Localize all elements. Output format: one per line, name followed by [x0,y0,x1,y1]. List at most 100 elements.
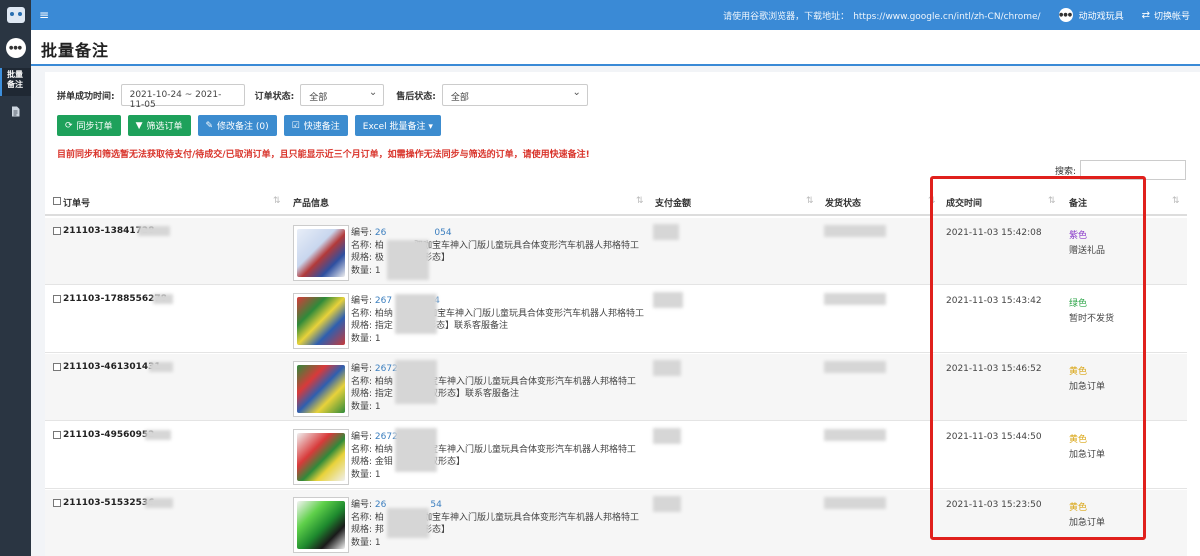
product-qty: 1 [374,537,381,548]
header-note[interactable]: 备注 [1069,196,1087,209]
excel-batch-note-label: Excel 批量备注 ▾ [362,122,433,132]
browser-notice: 请使用谷歌浏览器，下载地址： https://www.google.cn/intl… [723,9,1040,22]
sort-icon[interactable]: ⇅ [928,196,936,206]
row-checkbox[interactable] [53,431,61,439]
account-menu[interactable]: ●●● 动动戏玩具 [1058,8,1124,22]
browser-notice-text: 请使用谷歌浏览器，下载地址： [723,11,850,22]
redacted-amount [653,428,681,444]
product-name: 驭咖宝车神入门版儿童玩具合体变形汽车机器人邦格特工 [418,308,644,319]
redacted-block [395,294,437,334]
filter-orders-label: 筛选订单 [146,122,183,132]
product-name: 宝车神入门版儿童玩具合体变形汽车机器人邦格特工 [428,376,636,387]
note-color: 紫色 [1069,231,1088,241]
header-amount[interactable]: 支付金额 [655,196,691,209]
product-name: 宝车神入门版儿童玩具合体变形汽车机器人邦格特工 [428,444,636,455]
select-all-checkbox[interactable] [53,197,61,205]
page-title: 批量备注 [41,41,110,60]
product-code[interactable]: 26 [375,500,386,510]
header-order[interactable]: 订单号 [63,196,90,209]
search-input[interactable] [1080,160,1186,180]
warning-message: 目前同步和筛选暂无法获取待支付/待成交/已取消订单，且只能显示近三个月订单，如需… [57,150,590,160]
order-number: 211103-51532536 [63,498,155,508]
content-card: 拼单成功时间: 2021-10-24 ~ 2021-11-05 订单状态: 全部… [45,72,1200,556]
quick-note-button[interactable]: ☑ 快速备注 [283,115,348,136]
note-color: 绿色 [1069,299,1088,309]
sort-icon[interactable]: ⇅ [273,196,281,206]
order-status-select[interactable]: 全部 [300,84,385,106]
product-qty: 1 [374,401,381,412]
product-thumbnail[interactable] [293,497,349,553]
sort-icon[interactable]: ⇅ [806,196,814,206]
product-qty: 1 [374,333,381,344]
table-row[interactable]: 211103-49560952 编号: 2672 名称: 柏纳 宝车神入门版儿童玩… [45,422,1187,489]
product-info: 编号: 2672 名称: 柏纳 宝车神入门版儿童玩具合体变形汽车机器人邦格特工 规… [351,432,636,480]
product-info: 编号: 2672 名称: 柏纳 宝车神入门版儿童玩具合体变形汽车机器人邦格特工 规… [351,364,636,412]
after-sale-select[interactable]: 全部 [441,84,588,106]
deal-time: 2021-11-03 15:43:42 [946,296,1042,306]
modify-note-button[interactable]: ✎ 修改备注 (0) [197,115,277,136]
product-code[interactable]: 26 [375,228,386,238]
sidebar-item-batch-note[interactable]: 批量 备注 [0,68,31,96]
redacted-block [153,294,173,304]
note-color: 黄色 [1069,367,1088,377]
product-thumbnail[interactable] [293,293,349,349]
product-code[interactable]: 267 [375,296,392,306]
redacted-amount [653,360,681,376]
time-range-input[interactable]: 2021-10-24 ~ 2021-11-05 [120,84,245,110]
sync-orders-button[interactable]: ⟳ 同步订单 [57,115,121,136]
deal-time: 2021-11-03 15:42:08 [946,228,1042,238]
robot-logo-icon [6,7,25,23]
after-sale-label: 售后状态: [396,91,436,102]
redacted-ship-status [824,429,886,441]
product-spec: 双形态】联系客服备注 [428,389,519,399]
note-text: 加急订单 [1069,450,1106,460]
table-row[interactable]: 211103-51532536 编号: 26 54 名称: 柏驭咖宝车神入门版儿童… [45,490,1187,556]
title-bar: 批量备注 [31,30,1200,66]
deal-time: 2021-11-03 15:44:50 [946,432,1042,442]
order-number: 211103-1788556278 [63,294,167,304]
redacted-ship-status [824,225,886,237]
header-product[interactable]: 产品信息 [293,196,329,209]
search-label: 搜索: [1055,167,1077,177]
deal-time: 2021-11-03 15:23:50 [946,500,1042,510]
app-logo[interactable] [0,0,31,30]
sidebar-item-document[interactable] [11,106,21,118]
order-number: 211103-461301431 [63,362,161,372]
sort-icon[interactable]: ⇅ [1048,196,1056,206]
product-thumbnail[interactable] [293,225,349,281]
switch-icon: ⇄ [1141,9,1150,21]
user-avatar[interactable]: ●●● [5,38,26,58]
time-range-label: 拼单成功时间: [57,91,115,102]
redacted-block [395,428,437,472]
row-checkbox[interactable] [53,499,61,507]
edit-box-icon: ☑ [291,120,300,131]
account-name: 动动戏玩具 [1078,11,1124,22]
row-checkbox[interactable] [53,227,61,235]
switch-account-button[interactable]: ⇄ 切换帐号 [1142,9,1190,22]
redacted-block [387,508,429,538]
document-icon [12,106,20,117]
hamburger-menu-icon[interactable]: ≡ [39,8,59,22]
redacted-block [145,430,171,440]
sort-icon[interactable]: ⇅ [636,196,644,206]
table-row[interactable]: 211103-1788556278 编号: 2674 名称: 柏纳驭咖宝车神入门… [45,286,1187,353]
chrome-download-link[interactable]: https://www.google.cn/intl/zh-CN/chrome/ [853,12,1040,22]
product-name: 驭咖宝车神入门版儿童玩具合体变形汽车机器人邦格特工 [413,240,639,251]
redacted-block [149,362,173,372]
table-row[interactable]: 211103-461301431 编号: 2672 名称: 柏纳 宝车神入门版儿童… [45,354,1187,421]
redacted-block [145,498,173,508]
row-checkbox[interactable] [53,363,61,371]
sort-icon[interactable]: ⇅ [1172,196,1180,206]
product-thumbnail[interactable] [293,361,349,417]
note-text: 加急订单 [1069,382,1106,392]
note-text: 暂时不发货 [1069,314,1115,324]
product-thumbnail[interactable] [293,429,349,485]
modify-note-label: 修改备注 (0) [217,122,269,132]
header-time[interactable]: 成交时间 [946,196,982,209]
filter-orders-button[interactable]: ▼ 筛选订单 [127,115,191,136]
row-checkbox[interactable] [53,295,61,303]
header-ship[interactable]: 发货状态 [825,196,861,209]
excel-batch-note-button[interactable]: Excel 批量备注 ▾ [354,115,441,136]
table-row[interactable]: 211103-13841728 编号: 26 054 名称: 柏驭咖宝车神入门版儿… [45,218,1187,285]
product-name: 驭咖宝车神入门版儿童玩具合体变形汽车机器人邦格特工 [413,512,639,523]
